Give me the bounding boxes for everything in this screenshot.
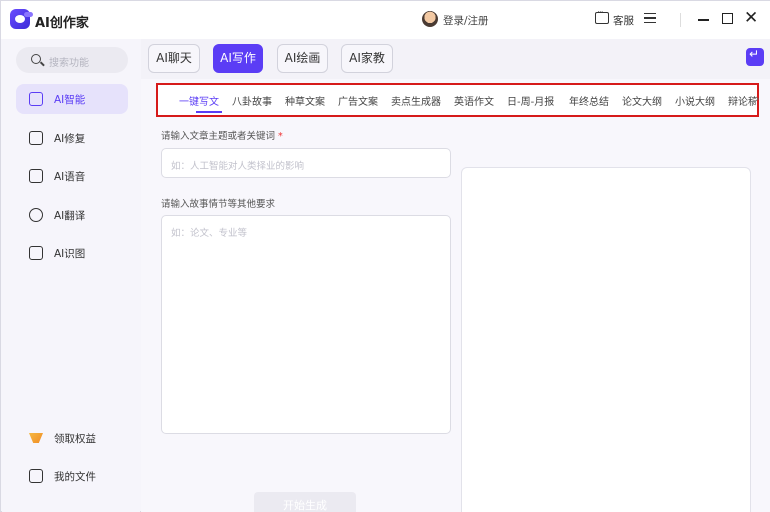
sidebar-item-my-files[interactable]: 我的文件 [16,461,128,491]
sidebar: 搜索功能 AI智能 AI修复 AI语音 AI翻译 AI识图 领取权益 我的文件 [2,39,140,512]
category-selling-point-generator[interactable]: 卖点生成器 [391,93,441,108]
menu-icon[interactable] [644,13,656,23]
detail-textarea[interactable]: 如：论文、专业等 [161,215,451,434]
search-box[interactable]: 搜索功能 [16,47,128,73]
category-scroll-area: 一键写文 八卦故事 种草文案 广告文案 卖点生成器 英语作文 日-周-月报 年终… [158,85,756,115]
image-recognition-icon [29,246,43,260]
output-panel [461,167,751,512]
back-icon[interactable] [746,47,764,66]
voice-icon [29,169,43,183]
category-ad-copy[interactable]: 广告文案 [338,93,378,108]
tab-ai-writing[interactable]: AI写作 [213,44,263,73]
sidebar-item-claim-benefits[interactable]: 领取权益 [16,423,128,453]
customer-service-icon[interactable] [595,8,609,24]
translate-icon [29,208,43,222]
category-gossip-story[interactable]: 八卦故事 [232,93,272,108]
sidebar-item-label: 我的文件 [54,471,96,483]
search-input[interactable]: 搜索功能 [49,54,89,69]
category-product-promo[interactable]: 种草文案 [285,93,325,108]
app-title: AI创作家 [35,16,89,31]
category-debate-draft[interactable]: 辩论稿 [728,93,756,108]
topic-placeholder: 如：人工智能对人类择业的影响 [171,161,305,172]
sidebar-item-label: 领取权益 [54,433,96,445]
sidebar-item-ai-translate[interactable]: AI翻译 [16,200,128,230]
sidebar-item-label: AI智能 [54,94,86,106]
detail-placeholder: 如：论文、专业等 [171,228,248,239]
sidebar-item-label: AI翻译 [54,210,86,222]
customer-service-label[interactable]: 客服 [613,13,634,28]
gift-icon [29,431,43,445]
user-avatar[interactable] [422,11,438,27]
detail-label: 请输入故事情节等其他要求 [161,199,276,210]
app-logo-icon [10,9,33,29]
sidebar-item-label: AI语音 [54,171,86,183]
ai-smart-icon [29,92,43,106]
title-bar: AI创作家 登录/注册 客服 ✕ [1,1,770,39]
sidebar-item-ai-image-recognition[interactable]: AI识图 [16,238,128,268]
category-year-end-summary[interactable]: 年终总结 [569,93,609,108]
category-periodic-report[interactable]: 日-周-月报 [507,93,554,108]
topic-label-text: 请输入文章主题或者关键词 [161,131,276,142]
tab-ai-tutor[interactable]: AI家教 [341,44,393,73]
writing-panel: 一键写文 八卦故事 种草文案 广告文案 卖点生成器 英语作文 日-周-月报 年终… [141,79,770,512]
file-icon [29,469,43,483]
topic-label: 请输入文章主题或者关键词 * [161,128,283,142]
close-icon[interactable]: ✕ [744,8,758,28]
maximize-icon[interactable] [722,13,733,24]
category-paper-outline[interactable]: 论文大纲 [622,93,662,108]
category-english-essay[interactable]: 英语作文 [454,93,494,108]
login-register-link[interactable]: 登录/注册 [443,13,489,28]
sidebar-item-ai-repair[interactable]: AI修复 [16,123,128,153]
sidebar-item-ai-voice[interactable]: AI语音 [16,161,128,191]
minimize-icon[interactable] [698,19,709,21]
app-window: AI创作家 登录/注册 客服 ✕ 搜索功能 AI智能 AI修复 AI语音 [0,0,770,512]
tab-ai-chat[interactable]: AI聊天 [148,44,200,73]
required-mark: * [278,131,283,142]
category-one-click-write[interactable]: 一键写文 [179,93,219,108]
search-icon [31,54,41,64]
tab-ai-painting[interactable]: AI绘画 [277,44,328,73]
topic-input[interactable]: 如：人工智能对人类择业的影响 [161,148,451,178]
titlebar-divider [680,13,681,27]
sidebar-item-label: AI识图 [54,248,86,260]
main-content: AI聊天 AI写作 AI绘画 AI家教 一键写文 八卦故事 种草文案 广告文案 … [141,39,770,512]
sidebar-item-label: AI修复 [54,133,86,145]
active-category-indicator [196,111,222,113]
chevron-right-icon[interactable]: › [755,92,759,105]
sidebar-item-ai-smart[interactable]: AI智能 [16,84,128,114]
start-generate-button[interactable]: 开始生成 [254,492,356,512]
repair-icon [29,131,43,145]
category-novel-outline[interactable]: 小说大纲 [675,93,715,108]
category-bar: 一键写文 八卦故事 种草文案 广告文案 卖点生成器 英语作文 日-周-月报 年终… [156,83,759,117]
